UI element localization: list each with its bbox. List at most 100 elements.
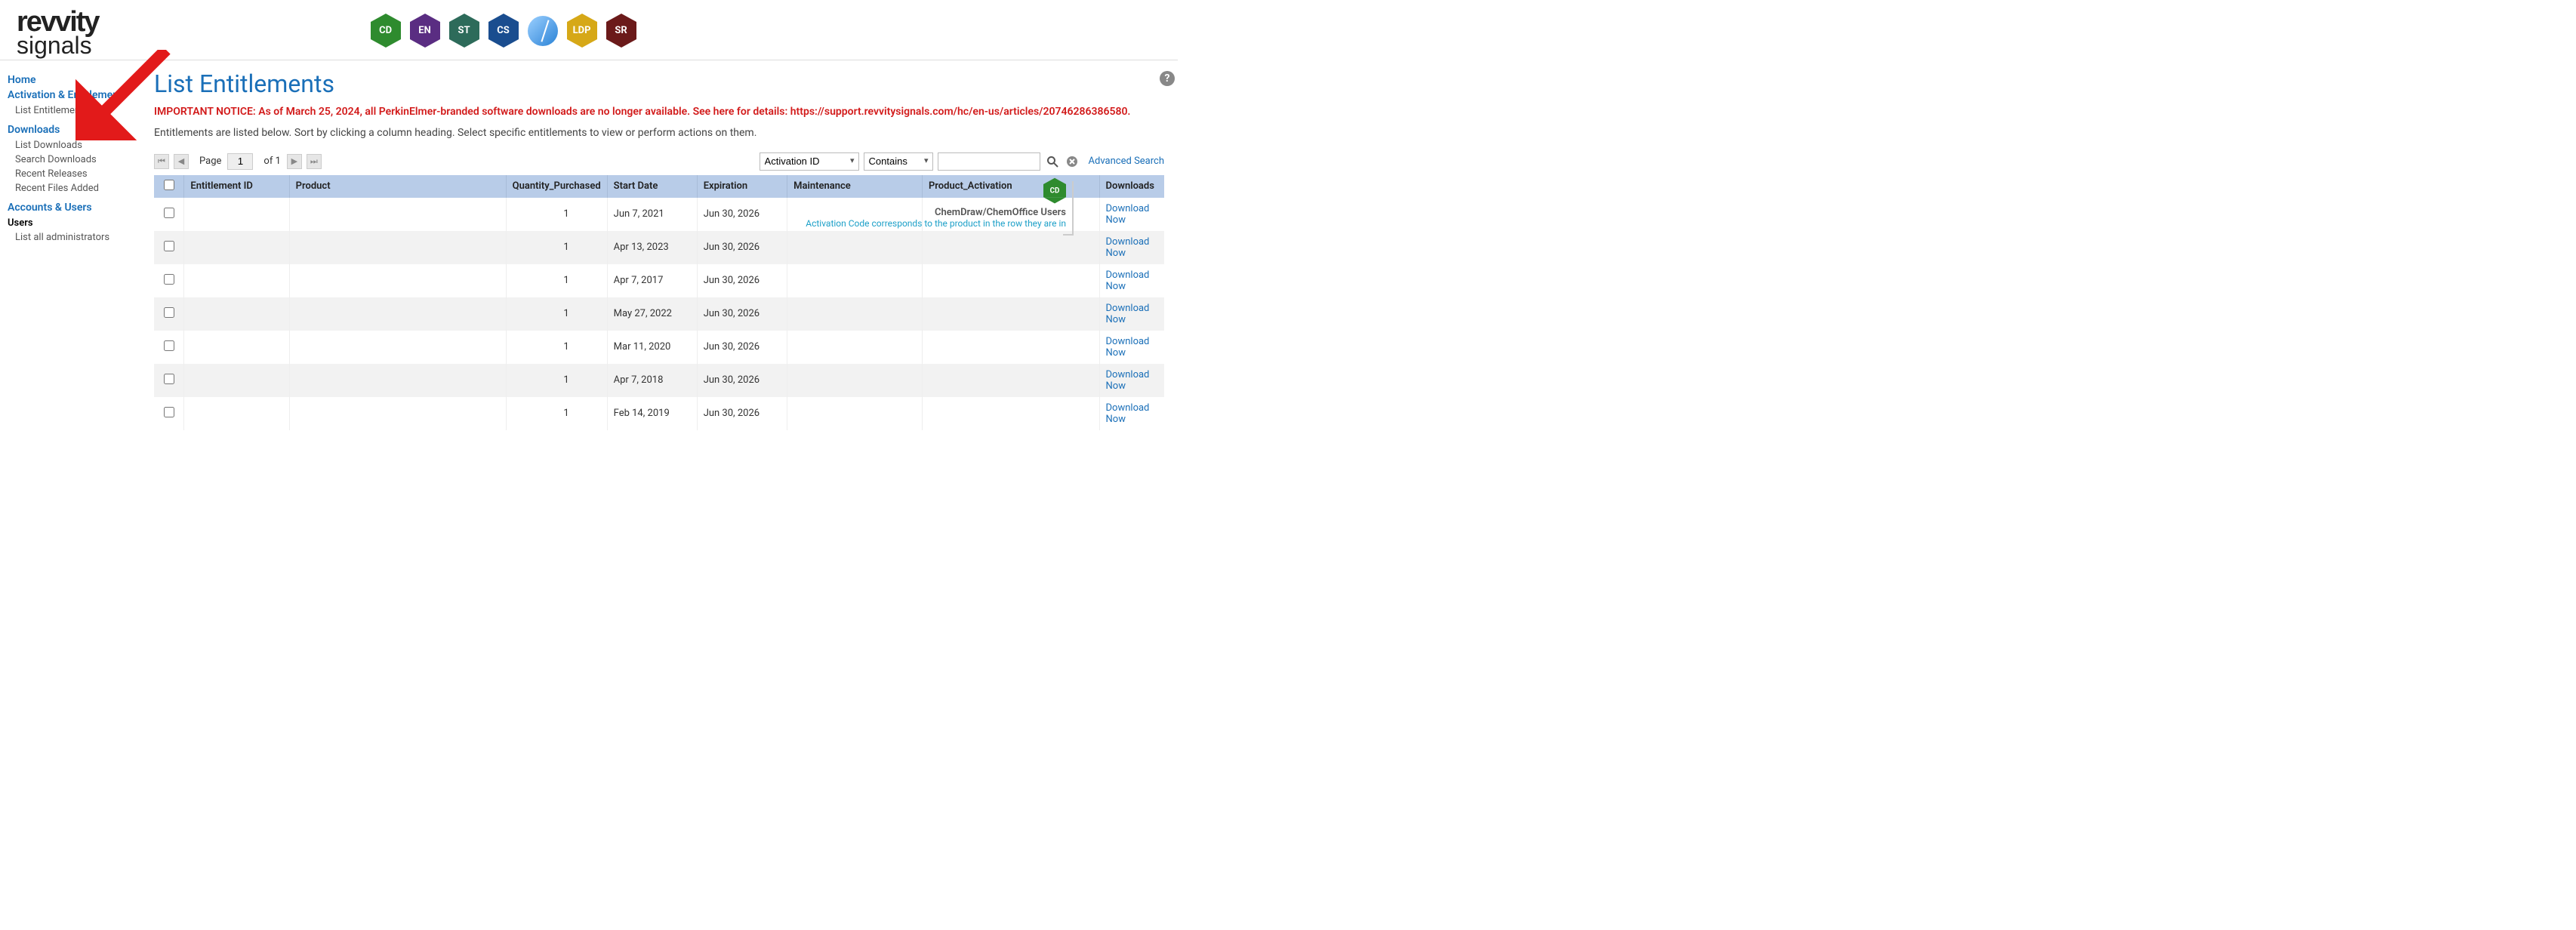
cell-expiration: Jun 30, 2026 — [697, 297, 787, 331]
cell-start-date: May 27, 2022 — [607, 297, 697, 331]
filter-operator-select[interactable]: Contains — [864, 152, 933, 171]
row-checkbox[interactable] — [164, 274, 174, 285]
nav-users[interactable]: Users — [8, 216, 133, 230]
nav-recent-releases[interactable]: Recent Releases — [8, 167, 133, 181]
row-checkbox[interactable] — [164, 241, 174, 251]
cell-quantity: 1 — [506, 264, 607, 297]
badge-en-icon: EN — [410, 22, 440, 39]
logo: revvity signals — [17, 9, 99, 57]
select-all-checkbox[interactable] — [164, 180, 174, 190]
nav-list-entitlements[interactable]: List Entitlements — [8, 103, 133, 118]
cell-entitlement-id — [184, 397, 289, 430]
row-checkbox[interactable] — [164, 374, 174, 384]
help-icon[interactable]: ? — [1160, 71, 1175, 86]
cell-product — [289, 264, 506, 297]
cell-start-date: Apr 7, 2018 — [607, 364, 697, 397]
table-row: 1May 27, 2022Jun 30, 2026 Download Now — [154, 297, 1164, 331]
nav-search-downloads[interactable]: Search Downloads — [8, 152, 133, 167]
col-quantity[interactable]: Quantity_Purchased — [506, 175, 607, 198]
nav-home[interactable]: Home — [8, 74, 133, 86]
header: revvity signals CD EN ST CS LDP SR — [0, 0, 1178, 60]
pager-page-input[interactable] — [227, 153, 253, 170]
instructions-text: Entitlements are listed below. Sort by c… — [154, 127, 1164, 139]
cell-quantity: 1 — [506, 297, 607, 331]
clear-filter-icon[interactable] — [1065, 154, 1080, 169]
table-row: 1Mar 11, 2020Jun 30, 2026 Download Now — [154, 331, 1164, 364]
col-expiration[interactable]: Expiration — [697, 175, 787, 198]
download-now-link[interactable]: Download Now — [1106, 236, 1150, 259]
pager-next-button[interactable]: ▶ — [287, 154, 302, 169]
pager-last-button[interactable]: ⏭ — [307, 154, 322, 169]
row-checkbox[interactable] — [164, 208, 174, 218]
cell-product-activation — [922, 231, 1099, 264]
pager-prev-button[interactable]: ◀ — [174, 154, 189, 169]
download-now-link[interactable]: Download Now — [1106, 402, 1150, 425]
badge-cd[interactable]: CD — [371, 14, 401, 48]
page-title: List Entitlements — [154, 69, 1164, 98]
cell-entitlement-id — [184, 331, 289, 364]
badge-cd-icon: CD — [371, 22, 401, 39]
download-now-link[interactable]: Download Now — [1106, 303, 1150, 325]
main-content: ? List Entitlements IMPORTANT NOTICE: As… — [140, 60, 1178, 439]
filter-value-input[interactable] — [938, 152, 1040, 171]
pager-first-button[interactable]: ⏮ — [154, 154, 169, 169]
cell-maintenance — [787, 297, 923, 331]
table-row: 1Apr 7, 2018Jun 30, 2026Download Now — [154, 364, 1164, 397]
row-checkbox[interactable] — [164, 340, 174, 351]
col-product[interactable]: Product — [289, 175, 506, 198]
badge-en[interactable]: EN — [410, 14, 440, 48]
chemdraw-annotation: CD ChemDraw/ChemOffice Users Activation … — [806, 174, 1066, 229]
cell-expiration: Jun 30, 2026 — [697, 331, 787, 364]
nav-accounts-users[interactable]: Accounts & Users — [8, 202, 133, 214]
cell-entitlement-id — [184, 264, 289, 297]
cell-entitlement-id — [184, 297, 289, 331]
col-downloads[interactable]: Downloads — [1099, 175, 1164, 198]
badge-ldp[interactable]: LDP — [567, 14, 597, 48]
cell-start-date: Jun 7, 2021 — [607, 198, 697, 231]
nav-downloads[interactable]: Downloads — [8, 124, 133, 136]
annotation-subtitle: Activation Code corresponds to the produ… — [806, 218, 1066, 229]
row-checkbox[interactable] — [164, 307, 174, 318]
nav-list-downloads[interactable]: List Downloads — [8, 138, 133, 152]
annotation-title: ChemDraw/ChemOffice Users — [806, 207, 1066, 218]
search-icon[interactable] — [1045, 154, 1060, 169]
cell-product-activation — [922, 331, 1099, 364]
col-start-date[interactable]: Start Date — [607, 175, 697, 198]
cell-start-date: Mar 11, 2020 — [607, 331, 697, 364]
logo-text-bottom: signals — [17, 35, 99, 57]
cell-product-activation — [922, 297, 1099, 331]
nav-recent-files[interactable]: Recent Files Added — [8, 181, 133, 196]
table-row: 1Feb 14, 2019Jun 30, 2026 Download Now — [154, 397, 1164, 430]
advanced-search-link[interactable]: Advanced Search — [1089, 156, 1164, 167]
download-now-link[interactable]: Download Now — [1106, 269, 1150, 292]
download-now-link[interactable]: Download Now — [1106, 336, 1150, 359]
badge-st[interactable]: ST — [449, 14, 479, 48]
annotation-cd-icon: CD — [1043, 184, 1066, 197]
download-now-link[interactable]: Download Now — [1106, 369, 1150, 392]
cell-product-activation — [922, 397, 1099, 430]
badge-cs-icon: CS — [488, 22, 519, 39]
cell-product — [289, 231, 506, 264]
cell-maintenance — [787, 331, 923, 364]
cell-quantity: 1 — [506, 331, 607, 364]
nav-list-administrators[interactable]: List all administrators — [8, 230, 133, 245]
badge-sr-icon: SR — [606, 22, 636, 39]
nav-activation-entitlements[interactable]: Activation & Entitlements — [8, 89, 133, 101]
table-row: 1Apr 7, 2017Jun 30, 2026Download Now — [154, 264, 1164, 297]
badge-globe-icon[interactable] — [528, 16, 558, 46]
cell-expiration: Jun 30, 2026 — [697, 231, 787, 264]
row-checkbox[interactable] — [164, 407, 174, 417]
cell-start-date: Feb 14, 2019 — [607, 397, 697, 430]
badge-cs[interactable]: CS — [488, 14, 519, 48]
cell-quantity: 1 — [506, 397, 607, 430]
download-now-link[interactable]: Download Now — [1106, 203, 1150, 226]
badge-sr[interactable]: SR — [606, 14, 636, 48]
table-row: 1Apr 13, 2023Jun 30, 2026Download Now — [154, 231, 1164, 264]
cell-product — [289, 297, 506, 331]
cell-expiration: Jun 30, 2026 — [697, 264, 787, 297]
table-toolbar: ⏮ ◀ Page of 1 ▶ ⏭ Activation ID Contains… — [154, 152, 1164, 171]
cell-entitlement-id — [184, 364, 289, 397]
col-entitlement-id[interactable]: Entitlement ID — [184, 175, 289, 198]
cell-expiration: Jun 30, 2026 — [697, 397, 787, 430]
filter-field-select[interactable]: Activation ID — [760, 152, 859, 171]
